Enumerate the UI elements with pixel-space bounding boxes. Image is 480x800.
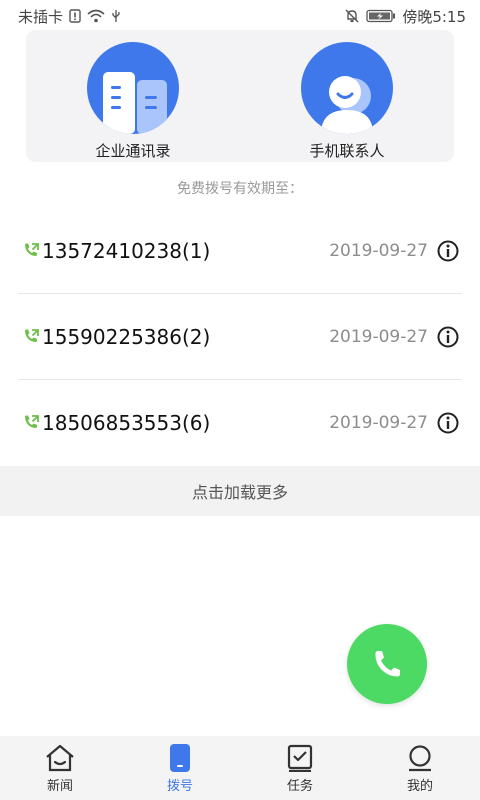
phone-contacts-icon [301,42,393,134]
phone-number: 15590225386(2) [42,324,211,349]
contact-card: 企业通讯录 手机联系人 [26,30,454,162]
clock-text: 傍晚5:15 [402,7,466,26]
outgoing-call-icon [22,242,40,260]
profile-icon [404,743,436,773]
status-left: 未插卡 [18,6,121,27]
nav-item-news[interactable]: 新闻 [0,736,120,800]
expiry-date: 2019-09-27 [329,240,428,261]
nav-item-mine[interactable]: 我的 [360,736,480,800]
enterprise-directory-label: 企业通讯录 [95,142,171,160]
status-right: 傍晚5:15 [344,6,466,27]
call-fab-button[interactable] [347,624,427,704]
battery-charging-icon [366,9,396,23]
load-more-button[interactable]: 点击加载更多 [0,466,480,516]
phone-number: 13572410238(1) [42,238,211,263]
nav-label-tasks: 任务 [286,778,313,794]
outgoing-call-icon [22,414,40,432]
number-row[interactable]: 15590225386(2) 2019-09-27 [18,294,462,380]
status-bar: 未插卡 傍晚5:15 [0,0,480,32]
phone-contacts-label: 手机联系人 [309,142,385,160]
home-icon [44,743,76,773]
phone-device-icon [164,743,196,773]
sim-alert-icon [69,9,81,23]
info-icon[interactable] [436,325,460,349]
expiry-date: 2019-09-27 [329,326,428,347]
info-icon[interactable] [436,411,460,435]
validity-hint: 免费拨号有效期至： [177,181,303,197]
number-row[interactable]: 18506853553(6) 2019-09-27 [18,380,462,466]
nav-label-dial: 拨号 [166,778,193,794]
dialer-page: 未插卡 傍晚5:15 企业通讯录 手机联系人 免费拨号有效期至： 1357241… [0,0,480,800]
number-list: 13572410238(1) 2019-09-27 15590225386(2)… [0,208,480,466]
number-row[interactable]: 13572410238(1) 2019-09-27 [18,208,462,294]
nav-item-dial[interactable]: 拨号 [120,736,240,800]
wifi-icon [87,9,105,23]
phone-number: 18506853553(6) [42,411,211,435]
enterprise-directory-icon [87,42,179,134]
phone-contacts-button[interactable]: 手机联系人 [240,30,454,162]
usb-icon [111,9,121,23]
task-check-icon [284,743,316,773]
phone-icon [375,651,400,677]
mute-bell-icon [344,8,360,24]
nav-label-news: 新闻 [46,778,73,794]
enterprise-directory-button[interactable]: 企业通讯录 [26,30,240,162]
info-icon[interactable] [436,239,460,263]
carrier-text: 未插卡 [18,7,64,26]
outgoing-call-icon [22,328,40,346]
nav-label-mine: 我的 [406,778,433,794]
bottom-nav: 新闻 拨号 任务 我的 [0,736,480,800]
nav-item-tasks[interactable]: 任务 [240,736,360,800]
expiry-date: 2019-09-27 [329,413,428,433]
